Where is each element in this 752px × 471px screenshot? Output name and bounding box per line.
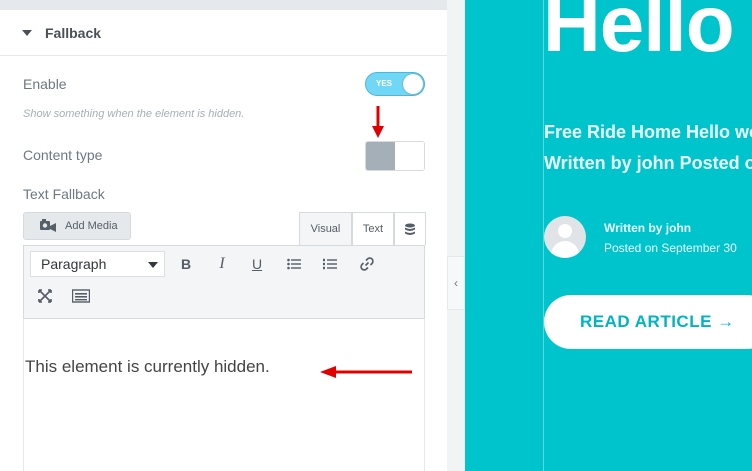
preview-canvas: Hello Free Ride Home Hello wo Written by… <box>465 0 752 471</box>
link-icon[interactable] <box>357 254 377 274</box>
panel-top-strip <box>0 0 447 10</box>
media-icon <box>40 219 56 232</box>
read-article-button[interactable]: READ ARTICLE → <box>544 295 752 349</box>
editor-content: This element is currently hidden. <box>25 357 270 376</box>
dynamic-tags-button[interactable] <box>394 212 426 245</box>
bullet-list-icon[interactable] <box>284 254 304 274</box>
bold-icon[interactable]: B <box>176 254 196 274</box>
avatar-head <box>558 224 572 238</box>
arrow-right-icon: → <box>717 312 735 331</box>
tab-text[interactable]: Text <box>352 212 394 245</box>
avatar-body <box>551 241 579 258</box>
add-media-label: Add Media <box>65 220 118 232</box>
content-type-switcher <box>365 141 425 171</box>
editor-content-area[interactable]: This element is currently hidden. <box>23 319 425 471</box>
content-type-label: Content type <box>23 147 103 163</box>
chevron-left-icon: ‹ <box>454 276 458 290</box>
settings-panel: Fallback Enable YES Show something when … <box>0 0 447 471</box>
italic-icon[interactable]: I <box>212 254 232 274</box>
format-select-value: Paragraph <box>41 256 107 272</box>
add-media-button[interactable]: Add Media <box>23 212 131 240</box>
enable-hint: Show something when the element is hidde… <box>23 108 245 120</box>
toggle-yes-text: YES <box>376 79 393 88</box>
tab-visual[interactable]: Visual <box>299 212 352 245</box>
collapse-panel-button[interactable]: ‹ <box>447 256 465 310</box>
avatar <box>544 216 586 258</box>
underline-icon[interactable]: U <box>247 254 267 274</box>
annotation-arrow-left-icon <box>320 366 412 378</box>
text-fallback-label: Text Fallback <box>23 186 105 202</box>
post-heading: Hello <box>543 0 735 68</box>
numbered-list-icon[interactable] <box>320 254 340 274</box>
toggle-knob <box>403 74 423 94</box>
editor-mode-tabs: Visual Text <box>299 212 426 245</box>
content-type-option-text[interactable] <box>366 142 395 170</box>
caret-down-icon <box>22 30 32 36</box>
keyboard-icon[interactable] <box>71 286 91 306</box>
dropdown-arrow-icon <box>148 262 158 268</box>
format-select[interactable]: Paragraph <box>30 251 165 277</box>
editor-toolbar: Paragraph B I U <box>23 245 425 319</box>
enable-label: Enable <box>23 76 67 92</box>
author-line: Written by john <box>604 221 692 235</box>
annotation-arrow-down-icon <box>372 106 384 138</box>
date-line: Posted on September 30 <box>604 241 737 255</box>
read-article-label: READ ARTICLE → <box>580 312 735 331</box>
enable-toggle[interactable]: YES <box>365 72 425 96</box>
fullscreen-icon[interactable] <box>35 286 55 306</box>
section-title: Fallback <box>45 25 102 41</box>
fallback-section-header[interactable]: Fallback <box>0 10 447 56</box>
database-icon <box>405 223 415 235</box>
post-excerpt-line1: Free Ride Home Hello wo <box>544 122 752 142</box>
panel-divider <box>447 0 465 471</box>
content-type-option-template[interactable] <box>395 142 424 170</box>
post-excerpt-line2: Written by john Posted o <box>544 153 752 173</box>
